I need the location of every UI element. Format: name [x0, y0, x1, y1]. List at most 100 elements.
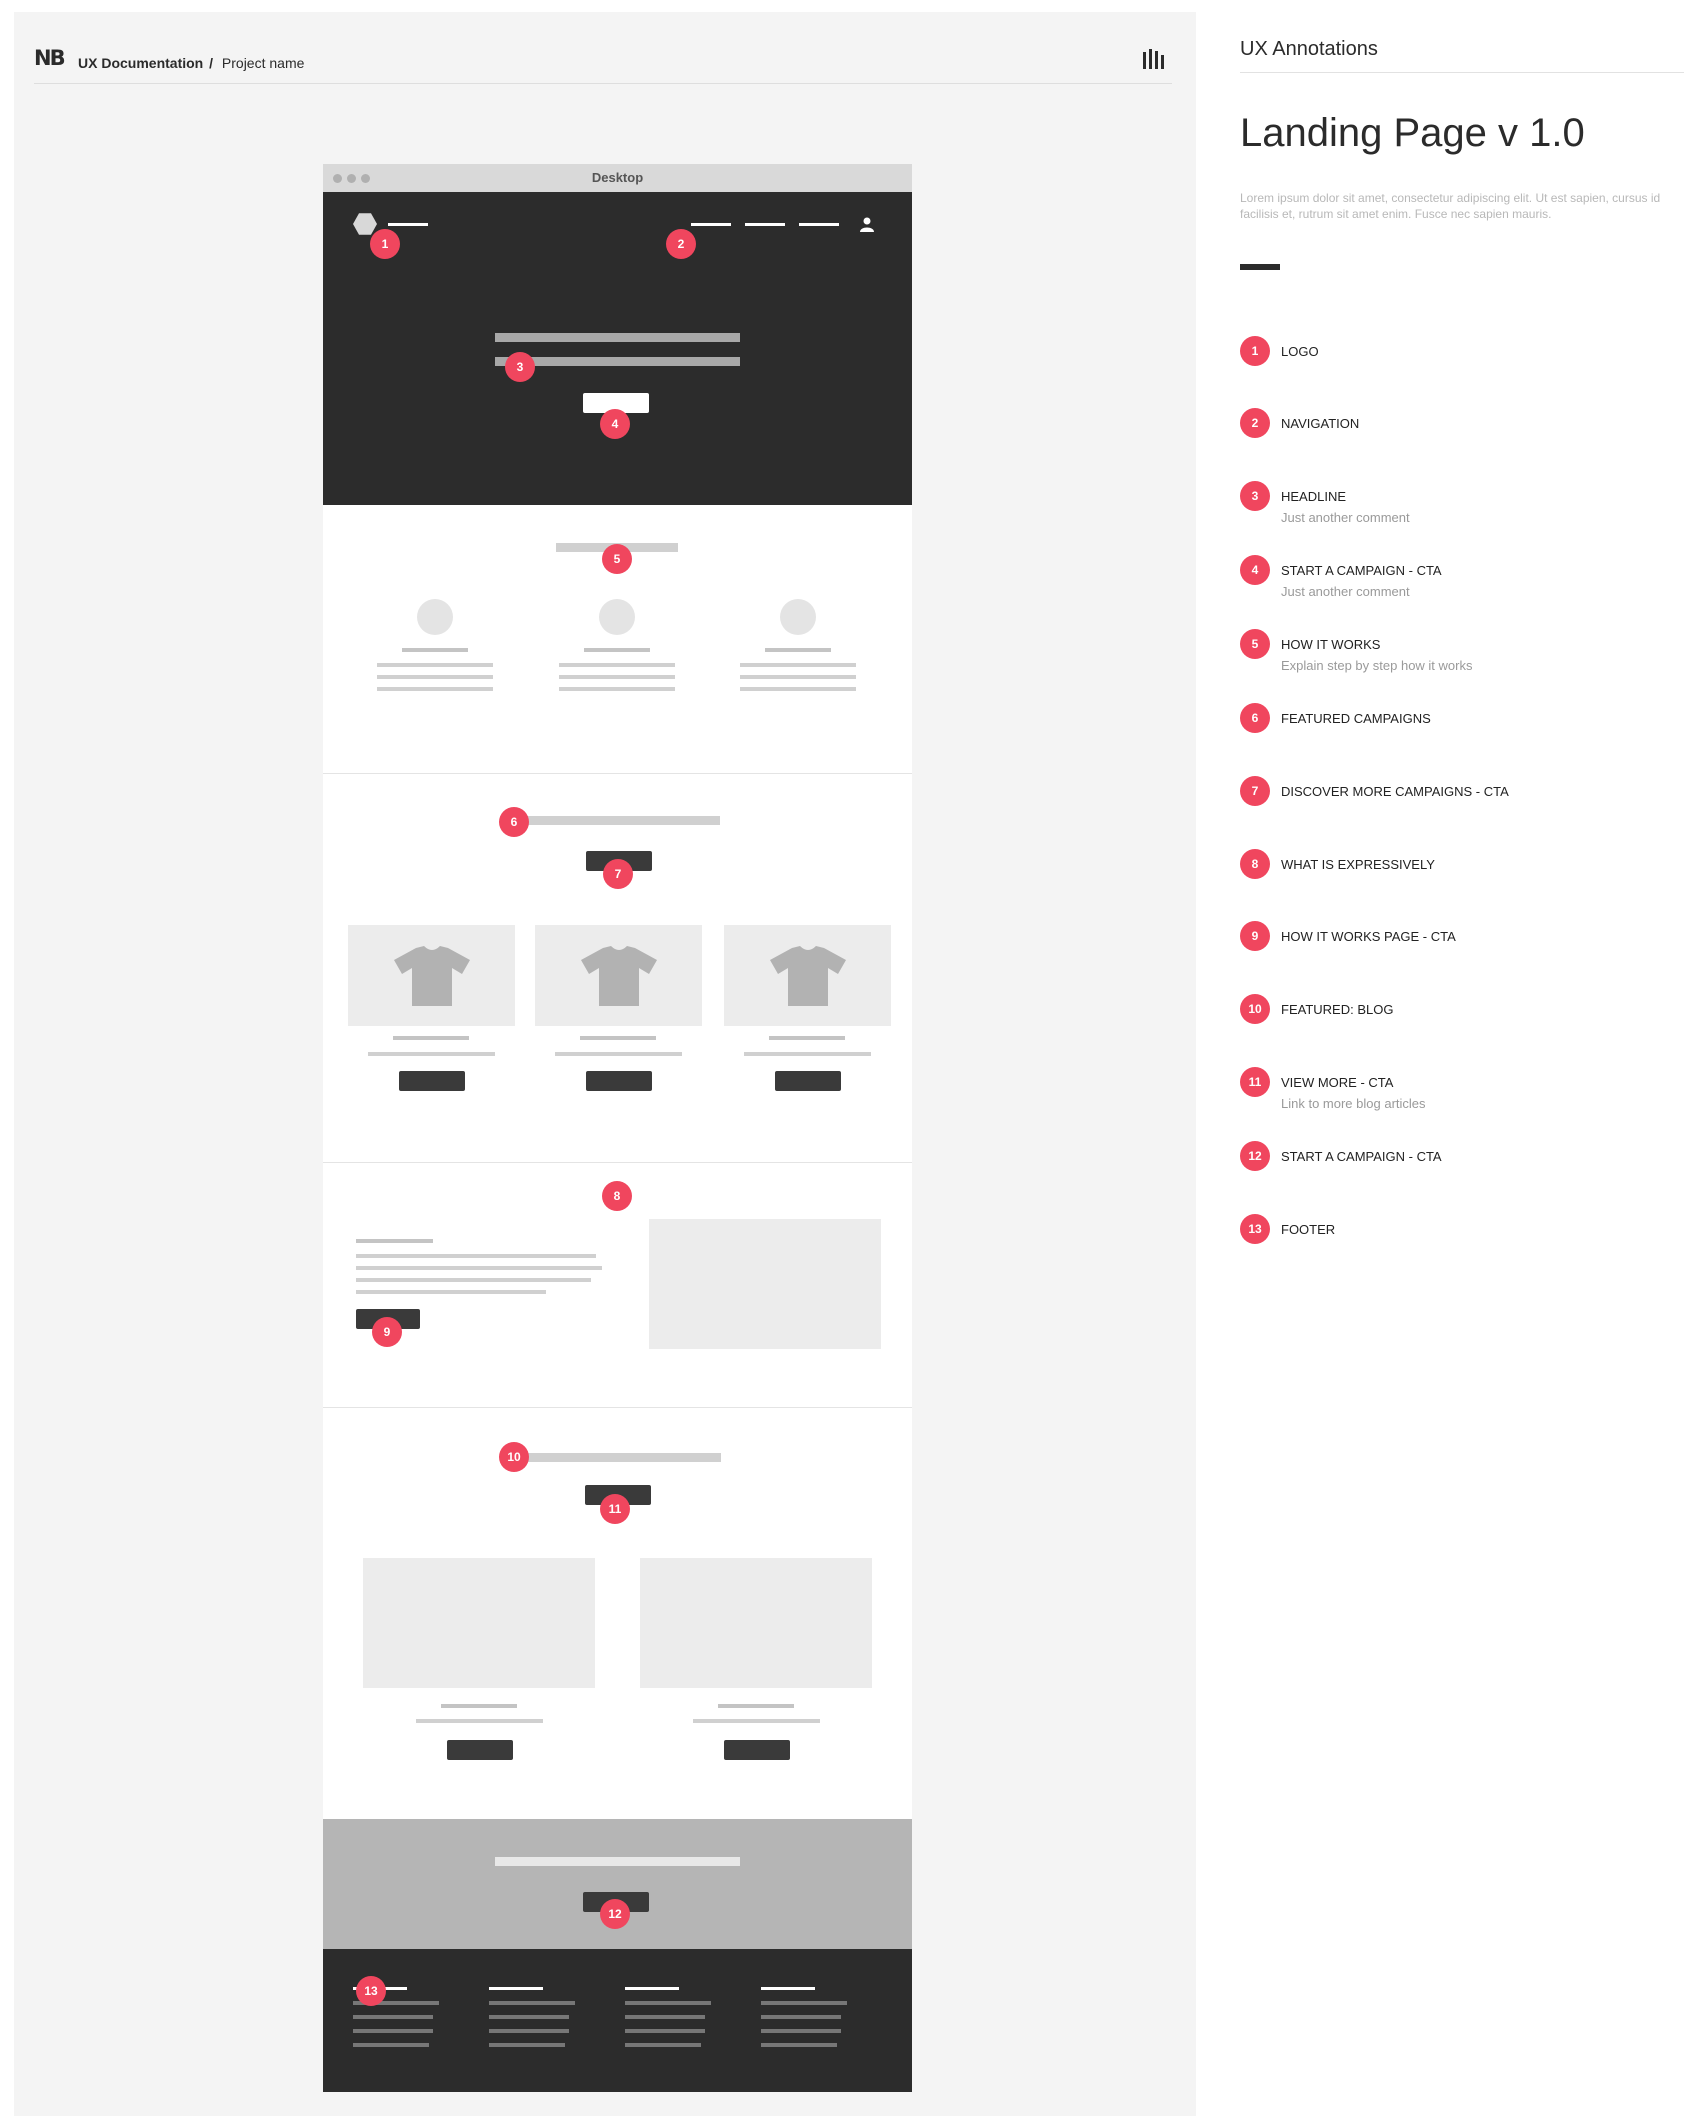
footer-link-placeholder — [489, 2015, 569, 2019]
breadcrumb-separator: / — [209, 55, 214, 71]
annotation-label: HOW IT WORKS — [1281, 637, 1381, 652]
marker-13: 13 — [356, 1976, 386, 2006]
nav-item-placeholder — [799, 223, 839, 226]
annotation-marker: 3 — [1240, 481, 1270, 511]
breadcrumb-section[interactable]: UX Documentation — [78, 55, 203, 71]
step-title-placeholder — [402, 648, 468, 652]
page-title: Landing Page v 1.0 — [1240, 111, 1585, 155]
tshirt-icon — [581, 946, 657, 1006]
marker-2: 2 — [666, 229, 696, 259]
step-text-placeholder — [740, 663, 856, 667]
annotation-marker: 10 — [1240, 994, 1270, 1024]
what-is-section: 8 9 — [323, 1163, 912, 1408]
footer-link-placeholder — [761, 2029, 841, 2033]
step-text-placeholder — [559, 663, 675, 667]
annotation-marker: 13 — [1240, 1214, 1270, 1244]
campaign-text-placeholder — [744, 1052, 871, 1056]
annotation-marker: 7 — [1240, 776, 1270, 806]
step-icon-placeholder — [599, 599, 635, 635]
marker-9: 9 — [372, 1317, 402, 1347]
how-it-works-section: 5 — [323, 505, 912, 774]
headline-placeholder — [495, 333, 740, 342]
annotation-label: FOOTER — [1281, 1222, 1336, 1237]
step-text-placeholder — [559, 675, 675, 679]
text-placeholder — [356, 1254, 596, 1258]
campaign-text-placeholder — [555, 1052, 682, 1056]
annotation-marker: 9 — [1240, 921, 1270, 951]
desktop-wireframe: Desktop 1 2 3 4 5 6 7 8 9 10 11 12 13 — [323, 164, 912, 2092]
featured-blog-section: 10 11 — [323, 1408, 912, 1819]
text-placeholder — [356, 1290, 546, 1294]
blog-button[interactable] — [724, 1740, 790, 1760]
annotation-marker: 4 — [1240, 555, 1270, 585]
text-placeholder — [356, 1278, 591, 1282]
marker-5: 5 — [602, 544, 632, 574]
logo-placeholder — [353, 213, 377, 235]
image-placeholder — [649, 1219, 881, 1349]
annotation-marker: 12 — [1240, 1141, 1270, 1171]
wireframe-titlebar: Desktop — [323, 164, 912, 192]
hero-section: 1 2 3 4 — [323, 192, 912, 505]
tshirt-icon — [770, 946, 846, 1006]
featured-campaigns-section: 6 7 — [323, 774, 912, 1163]
footer-link-placeholder — [489, 2043, 565, 2047]
annotation-label: WHAT IS EXPRESSIVELY — [1281, 857, 1435, 872]
footer-link-placeholder — [761, 2015, 841, 2019]
start-campaign-section: 12 — [323, 1819, 912, 1949]
campaign-button[interactable] — [399, 1071, 465, 1091]
footer-link-placeholder — [625, 2015, 705, 2019]
annotation-comment: Explain step by step how it works — [1281, 658, 1473, 673]
step-title-placeholder — [765, 648, 831, 652]
footer-link-placeholder — [625, 2001, 711, 2005]
annotation-comment: Just another comment — [1281, 584, 1410, 599]
panel-heading: UX Annotations — [1240, 12, 1684, 73]
annotation-marker: 8 — [1240, 849, 1270, 879]
step-text-placeholder — [377, 663, 493, 667]
marker-12: 12 — [600, 1899, 630, 1929]
section-title-placeholder — [517, 816, 720, 825]
breadcrumb-project[interactable]: Project name — [222, 55, 304, 71]
annotation-marker: 5 — [1240, 629, 1270, 659]
footer-link-placeholder — [353, 2043, 429, 2047]
nav-item-placeholder — [691, 223, 731, 226]
footer-link-placeholder — [761, 2043, 837, 2047]
documentation-canvas: NB UX Documentation / Project name Deskt… — [14, 12, 1196, 2116]
bars-icon[interactable] — [1142, 48, 1166, 70]
tshirt-icon — [394, 946, 470, 1006]
divider — [1240, 264, 1280, 270]
footer-heading-placeholder — [761, 1987, 815, 1990]
step-text-placeholder — [377, 687, 493, 691]
annotation-label: FEATURED CAMPAIGNS — [1281, 711, 1431, 726]
marker-10: 10 — [499, 1442, 529, 1472]
campaign-button[interactable] — [775, 1071, 841, 1091]
blog-title-placeholder — [441, 1704, 517, 1708]
footer-link-placeholder — [489, 2029, 569, 2033]
annotation-label: HOW IT WORKS PAGE - CTA — [1281, 929, 1456, 944]
marker-4: 4 — [600, 409, 630, 439]
cta-title-placeholder — [495, 1857, 740, 1866]
marker-3: 3 — [505, 352, 535, 382]
annotation-label: START A CAMPAIGN - CTA — [1281, 563, 1442, 578]
section-title-placeholder — [516, 1453, 721, 1462]
nb-logo[interactable]: NB — [34, 46, 66, 70]
nav-item-placeholder — [745, 223, 785, 226]
annotation-label: VIEW MORE - CTA — [1281, 1075, 1394, 1090]
wireframe-title: Desktop — [591, 170, 644, 185]
annotation-comment: Link to more blog articles — [1281, 1096, 1426, 1111]
step-text-placeholder — [740, 675, 856, 679]
step-title-placeholder — [584, 648, 650, 652]
section-title-placeholder — [356, 1239, 433, 1243]
blog-text-placeholder — [693, 1719, 820, 1723]
blog-button[interactable] — [447, 1740, 513, 1760]
blog-image-placeholder — [640, 1558, 872, 1688]
annotation-label: START A CAMPAIGN - CTA — [1281, 1149, 1442, 1164]
step-icon-placeholder — [417, 599, 453, 635]
step-text-placeholder — [377, 675, 493, 679]
footer-link-placeholder — [489, 2001, 575, 2005]
window-dots — [333, 174, 370, 183]
campaign-button[interactable] — [586, 1071, 652, 1091]
marker-1: 1 — [370, 229, 400, 259]
marker-8: 8 — [602, 1181, 632, 1211]
annotation-label: DISCOVER MORE CAMPAIGNS - CTA — [1281, 784, 1509, 799]
annotation-marker: 11 — [1240, 1067, 1270, 1097]
